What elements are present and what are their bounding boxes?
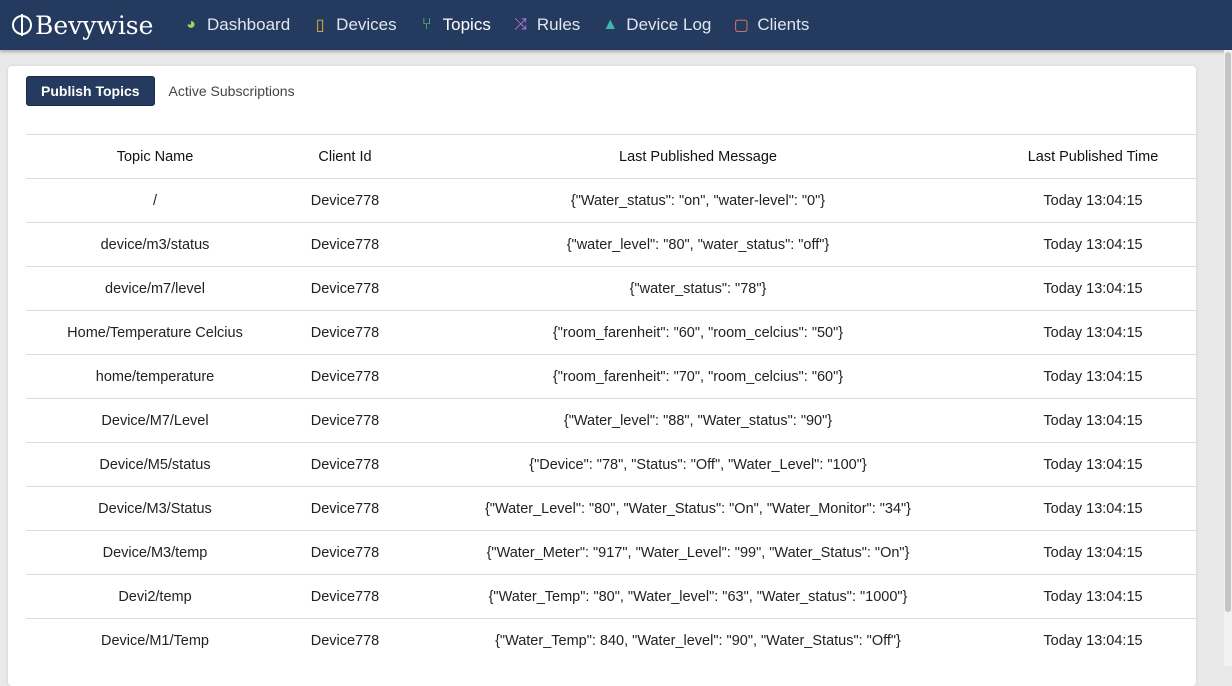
cell-last-time: Today 13:04:15 <box>990 266 1196 311</box>
table-row[interactable]: Device/M3/Status Device778 {"Water_Level":… <box>26 486 1196 531</box>
cell-last-time: Today 13:04:15 <box>990 222 1196 267</box>
cell-client-id: Device778 <box>284 222 406 267</box>
cell-last-time: Today 13:04:15 <box>990 574 1196 619</box>
topics-branch-icon: ⑂ <box>421 16 432 33</box>
cell-client-id: Device778 <box>284 442 406 487</box>
cell-last-message: {"Water_Meter": "917", "Water_Level": "9… <box>406 530 990 575</box>
cell-last-message: {"water_level": "80", "water_status": "o… <box>406 222 990 267</box>
cell-topic-name: Device/M7/Level <box>26 398 284 443</box>
scrollbar-thumb[interactable] <box>1225 52 1231 612</box>
cell-topic-name: Device/M1/Temp <box>26 618 284 662</box>
table-row[interactable]: device/m3/status Device778 {"water_level":… <box>26 222 1196 267</box>
header-last-published-time[interactable]: Last Published Time <box>990 134 1196 179</box>
cell-topic-name: Home/Temperature Celcius <box>26 310 284 355</box>
logo-icon <box>12 14 32 36</box>
cell-topic-name: Device/M5/status <box>26 442 284 487</box>
cell-last-message: {"water_status": "78"} <box>406 266 990 311</box>
top-navbar: Bevywise ◕ Dashboard ▯ Devices ⑂ Topics ⤨ Rules… <box>0 0 1232 50</box>
nav-item-label: Device Log <box>626 15 712 34</box>
table-row[interactable]: Device/M5/status Device778 {"Device": "78"… <box>26 442 1196 487</box>
nav-item-label: Clients <box>757 15 810 34</box>
cell-last-message: {"room_farenheit": "70", "room_celcius":… <box>406 354 990 399</box>
table-row[interactable]: / Device778 {"Water_status": "on", "water-… <box>26 178 1196 223</box>
cell-client-id: Device778 <box>284 530 406 575</box>
nav-item-label: Devices <box>336 15 397 34</box>
cell-topic-name: Device/M3/temp <box>26 530 284 575</box>
cell-client-id: Device778 <box>284 398 406 443</box>
cell-client-id: Device778 <box>284 178 406 223</box>
table-row[interactable]: Home/Temperature Celcius Device778 {"room_… <box>26 310 1196 355</box>
cell-client-id: Device778 <box>284 574 406 619</box>
cell-last-time: Today 13:04:15 <box>990 354 1196 399</box>
table-row[interactable]: home/temperature Device778 {"room_farenhei… <box>26 354 1196 399</box>
cell-last-time: Today 13:04:15 <box>990 310 1196 355</box>
main-nav: ◕ Dashboard ▯ Devices ⑂ Topics ⤨ Rules ▲ Device L… <box>182 0 830 50</box>
cell-topic-name: device/m3/status <box>26 222 284 267</box>
cell-last-message: {"Water_Temp": 840, "Water_level": "90",… <box>406 618 990 662</box>
cell-last-time: Today 13:04:15 <box>990 178 1196 223</box>
cell-client-id: Device778 <box>284 354 406 399</box>
table-row[interactable]: Devi2/temp Device778 {"Water_Temp": "80", … <box>26 574 1196 619</box>
cell-last-message: {"Water_level": "88", "Water_status": "9… <box>406 398 990 443</box>
rules-shuffle-icon: ⤨ <box>514 16 528 33</box>
table-row[interactable]: Device/M1/Temp Device778 {"Water_Temp": 84… <box>26 618 1196 662</box>
cell-topic-name: Device/M3/Status <box>26 486 284 531</box>
cell-last-message: {"Device": "78", "Status": "Off", "Water… <box>406 442 990 487</box>
header-last-published-message[interactable]: Last Published Message <box>406 134 990 179</box>
header-topic-name[interactable]: Topic Name <box>26 134 284 179</box>
topics-tabs: Publish Topics Active Subscriptions <box>26 76 309 106</box>
tab-publish-topics[interactable]: Publish Topics <box>26 76 155 106</box>
bevywise-logo[interactable]: Bevywise <box>12 11 182 40</box>
cell-last-message: {"Water_Level": "80", "Water_Status": "O… <box>406 486 990 531</box>
topics-panel: Publish Topics Active Subscriptions Topi… <box>8 66 1196 686</box>
cell-client-id: Device778 <box>284 266 406 311</box>
nav-item-label: Dashboard <box>207 15 291 34</box>
cell-last-time: Today 13:04:15 <box>990 398 1196 443</box>
table-row[interactable]: Device/M7/Level Device778 {"Water_level": … <box>26 398 1196 443</box>
tab-active-subscriptions[interactable]: Active Subscriptions <box>155 77 309 105</box>
nav-item-clients[interactable]: ▢ Clients <box>732 0 830 50</box>
nav-item-devices[interactable]: ▯ Devices <box>311 0 417 50</box>
cell-last-time: Today 13:04:15 <box>990 486 1196 531</box>
dashboard-gauge-icon: ◕ <box>186 16 196 33</box>
page-scrollbar[interactable] <box>1224 50 1232 666</box>
nav-item-dashboard[interactable]: ◕ Dashboard <box>182 0 311 50</box>
table-row[interactable]: device/m7/level Device778 {"water_status":… <box>26 266 1196 311</box>
cell-topic-name: / <box>26 178 284 223</box>
cell-client-id: Device778 <box>284 310 406 355</box>
table-row[interactable]: Device/M3/temp Device778 {"Water_Meter": "… <box>26 530 1196 575</box>
cell-last-message: {"room_farenheit": "60", "room_celcius":… <box>406 310 990 355</box>
device-log-warning-icon: ▲ <box>602 16 619 33</box>
cell-last-time: Today 13:04:15 <box>990 530 1196 575</box>
cell-last-message: {"Water_Temp": "80", "Water_level": "63"… <box>406 574 990 619</box>
nav-item-rules[interactable]: ⤨ Rules <box>512 0 601 50</box>
devices-icon: ▯ <box>315 17 325 34</box>
brand-name: Bevywise <box>35 10 154 40</box>
cell-topic-name: device/m7/level <box>26 266 284 311</box>
clients-file-icon: ▢ <box>733 17 749 34</box>
cell-client-id: Device778 <box>284 618 406 662</box>
cell-last-time: Today 13:04:15 <box>990 442 1196 487</box>
table-header-row: Topic Name Client Id Last Published Mess… <box>26 134 1196 179</box>
cell-client-id: Device778 <box>284 486 406 531</box>
published-topics-table: Topic Name Client Id Last Published Mess… <box>26 134 1196 662</box>
nav-item-label: Topics <box>442 15 491 34</box>
header-client-id[interactable]: Client Id <box>284 134 406 179</box>
cell-last-time: Today 13:04:15 <box>990 618 1196 662</box>
cell-topic-name: Devi2/temp <box>26 574 284 619</box>
cell-last-message: {"Water_status": "on", "water-level": "0… <box>406 178 990 223</box>
nav-item-label: Rules <box>536 15 581 34</box>
nav-item-device-log[interactable]: ▲ Device Log <box>601 0 732 50</box>
nav-item-topics[interactable]: ⑂ Topics <box>418 0 512 50</box>
cell-topic-name: home/temperature <box>26 354 284 399</box>
